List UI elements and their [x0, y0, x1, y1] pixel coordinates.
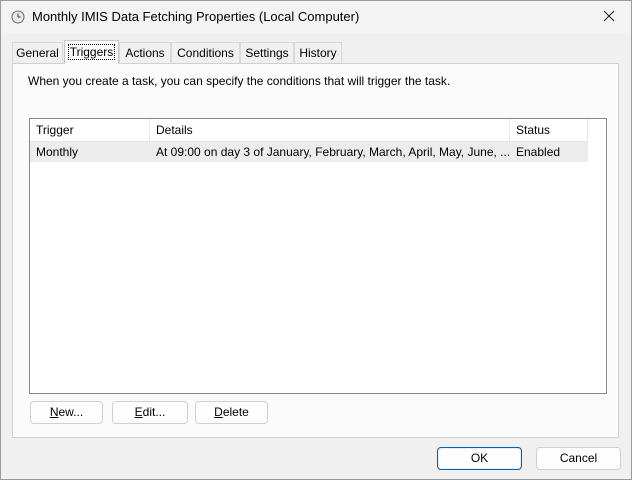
tab-general-label: General: [16, 46, 59, 60]
triggers-panel: When you create a task, you can specify …: [12, 63, 619, 438]
edit-button-label: dit...: [142, 405, 166, 419]
close-icon: [603, 10, 615, 25]
cell-status: Enabled: [516, 145, 561, 159]
title-bar: Monthly IMIS Data Fetching Properties (L…: [1, 1, 631, 33]
tab-conditions[interactable]: Conditions: [171, 42, 240, 63]
delete-button-mnemonic: D: [214, 405, 223, 419]
tab-general[interactable]: General: [12, 42, 63, 63]
edit-button-mnemonic: E: [134, 405, 143, 419]
tab-history[interactable]: History: [294, 42, 342, 63]
tab-settings-label: Settings: [245, 46, 289, 60]
tab-history-label: History: [299, 46, 337, 60]
tab-conditions-label: Conditions: [177, 46, 234, 60]
new-trigger-button[interactable]: New...: [30, 401, 103, 424]
tab-triggers[interactable]: Triggers: [64, 40, 119, 64]
cell-details: At 09:00 on day 3 of January, February, …: [156, 145, 510, 159]
properties-dialog: Monthly IMIS Data Fetching Properties (L…: [0, 0, 632, 480]
cancel-button[interactable]: Cancel: [536, 447, 621, 470]
new-button-label: ew...: [58, 405, 84, 419]
tab-triggers-label: Triggers: [67, 44, 116, 60]
ok-button[interactable]: OK: [437, 447, 522, 470]
tab-actions-label: Actions: [125, 46, 165, 60]
edit-trigger-button[interactable]: Edit...: [112, 401, 188, 424]
close-button[interactable]: [587, 1, 631, 33]
clock-icon: [11, 10, 25, 24]
list-header: Trigger Details Status: [30, 119, 588, 142]
column-header-details[interactable]: Details: [150, 119, 510, 141]
delete-trigger-button[interactable]: Delete: [195, 401, 268, 424]
tab-settings[interactable]: Settings: [240, 42, 294, 63]
column-header-status[interactable]: Status: [510, 119, 588, 141]
column-header-trigger[interactable]: Trigger: [30, 119, 150, 141]
delete-button-label: elete: [222, 405, 249, 419]
window-title: Monthly IMIS Data Fetching Properties (L…: [32, 9, 360, 24]
tab-actions[interactable]: Actions: [119, 42, 171, 63]
cell-trigger: Monthly: [36, 145, 79, 159]
table-row[interactable]: Monthly At 09:00 on day 3 of January, Fe…: [30, 142, 588, 162]
triggers-description: When you create a task, you can specify …: [28, 74, 451, 88]
triggers-list[interactable]: Trigger Details Status Monthly At 09:00 …: [29, 118, 607, 394]
